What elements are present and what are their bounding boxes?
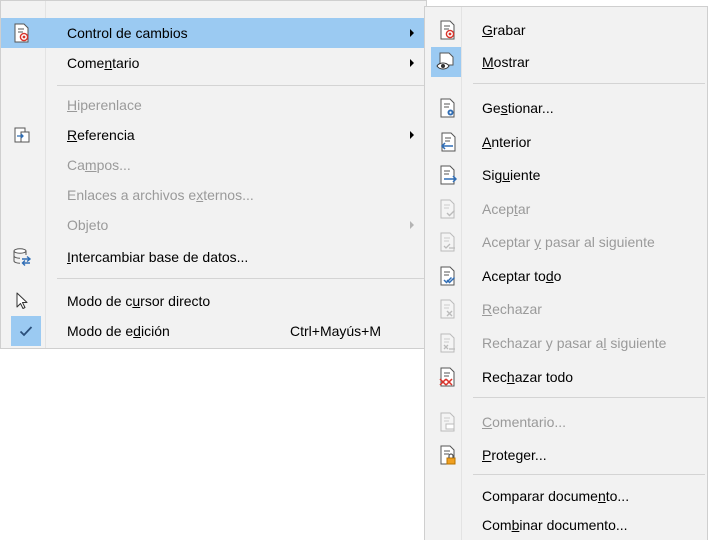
reject-all-icon <box>437 367 459 387</box>
menu-item-label: Hiperenlace <box>67 97 142 113</box>
menu-item-track-changes[interactable]: Control de cambios <box>1 18 426 48</box>
menu-item-label: Proteger... <box>482 447 547 463</box>
menu-item-previous[interactable]: Anterior <box>425 127 707 157</box>
menu-separator <box>57 278 424 279</box>
accept-all-icon <box>437 266 459 286</box>
reference-icon <box>11 125 33 145</box>
show-changes-eye-icon <box>431 47 461 77</box>
menu-item-label: Modo de edición <box>67 323 170 339</box>
menu-item-edit-mode[interactable]: Modo de edición Ctrl+Mayús+M <box>1 316 426 346</box>
menu-item-label: Referencia <box>67 127 135 143</box>
accept-change-icon <box>437 199 459 219</box>
menu-item-reject[interactable]: Rechazar <box>425 294 707 324</box>
track-changes-submenu: Grabar Mostrar Gestionar... Anterior Sig… <box>424 6 708 540</box>
menu-item-direct-cursor[interactable]: Modo de cursor directo <box>1 286 426 316</box>
menu-item-label: Enlaces a archivos externos... <box>67 187 254 203</box>
manage-changes-icon <box>437 98 459 118</box>
submenu-arrow-icon <box>410 221 414 229</box>
menu-separator <box>473 83 705 84</box>
menu-item-label: Comentario <box>67 55 140 71</box>
menu-item-compare-document[interactable]: Comparar documento... <box>425 481 707 511</box>
menu-item-label: Comparar documento... <box>482 488 630 504</box>
menu-item-label: Campos... <box>67 157 131 173</box>
next-change-icon <box>437 165 459 185</box>
submenu-arrow-icon <box>410 131 414 139</box>
checkmark-icon <box>11 316 41 346</box>
menu-item-label: Aceptar <box>482 201 531 217</box>
submenu-arrow-icon <box>410 29 414 37</box>
change-comment-icon <box>437 412 459 432</box>
menu-item-label: Anterior <box>482 134 532 150</box>
menu-item-label: Rechazar y pasar al siguiente <box>482 335 667 351</box>
menu-item-comment[interactable]: Comentario... <box>425 407 707 437</box>
menu-separator <box>473 397 705 398</box>
menu-separator <box>473 474 705 475</box>
menu-separator <box>57 85 424 86</box>
menu-item-accept-and-next[interactable]: Aceptar y pasar al siguiente <box>425 227 707 257</box>
menu-item-label: Aceptar todo <box>482 268 562 284</box>
edit-menu: Control de cambios Comentario Hiperenlac… <box>0 0 427 349</box>
menu-item-label: Rechazar <box>482 301 542 317</box>
menu-item-label: Gestionar... <box>482 100 554 116</box>
accept-and-next-icon <box>437 232 459 252</box>
exchange-database-icon <box>11 247 33 267</box>
menu-item-record[interactable]: Grabar <box>425 15 707 45</box>
menu-item-fields[interactable]: Campos... <box>1 150 426 180</box>
menu-item-label: Objeto <box>67 217 109 233</box>
submenu-arrow-icon <box>410 59 414 67</box>
menu-item-label: Control de cambios <box>67 25 188 41</box>
menu-item-label: Grabar <box>482 22 526 38</box>
menu-item-object[interactable]: Objeto <box>1 210 426 240</box>
menu-item-protect[interactable]: Proteger... <box>425 440 707 470</box>
menu-item-merge-document[interactable]: Combinar documento... <box>425 510 707 540</box>
menu-item-next[interactable]: Siguiente <box>425 160 707 190</box>
shortcut-label: Ctrl+Mayús+M <box>290 323 382 339</box>
cursor-arrow-icon <box>11 291 33 311</box>
menu-item-hyperlink[interactable]: Hiperenlace <box>1 90 426 120</box>
menu-item-exchange-database[interactable]: Intercambiar base de datos... <box>1 242 426 272</box>
menu-item-accept-all[interactable]: Aceptar todo <box>425 261 707 291</box>
menu-item-label: Combinar documento... <box>482 517 628 533</box>
menu-item-external-links[interactable]: Enlaces a archivos externos... <box>1 180 426 210</box>
menu-item-comment[interactable]: Comentario <box>1 48 426 78</box>
protect-lock-icon <box>437 445 459 465</box>
previous-change-icon <box>437 132 459 152</box>
menu-item-reject-and-next[interactable]: Rechazar y pasar al siguiente <box>425 328 707 358</box>
menu-item-label: Comentario... <box>482 414 567 430</box>
menu-item-label: Aceptar y pasar al siguiente <box>482 234 655 250</box>
menu-item-label: Siguiente <box>482 167 541 183</box>
menu-item-manage[interactable]: Gestionar... <box>425 93 707 123</box>
menu-item-label: Mostrar <box>482 54 530 70</box>
menu-item-reference[interactable]: Referencia <box>1 120 426 150</box>
menu-item-label: Intercambiar base de datos... <box>67 249 249 265</box>
reject-and-next-icon <box>437 333 459 353</box>
menu-item-show[interactable]: Mostrar <box>425 47 707 77</box>
menu-item-label: Modo de cursor directo <box>67 293 211 309</box>
reject-change-icon <box>437 299 459 319</box>
track-changes-icon <box>11 23 33 43</box>
menu-item-label: Rechazar todo <box>482 369 574 385</box>
menu-item-accept[interactable]: Aceptar <box>425 194 707 224</box>
record-changes-icon <box>437 20 459 40</box>
menu-item-reject-all[interactable]: Rechazar todo <box>425 362 707 392</box>
